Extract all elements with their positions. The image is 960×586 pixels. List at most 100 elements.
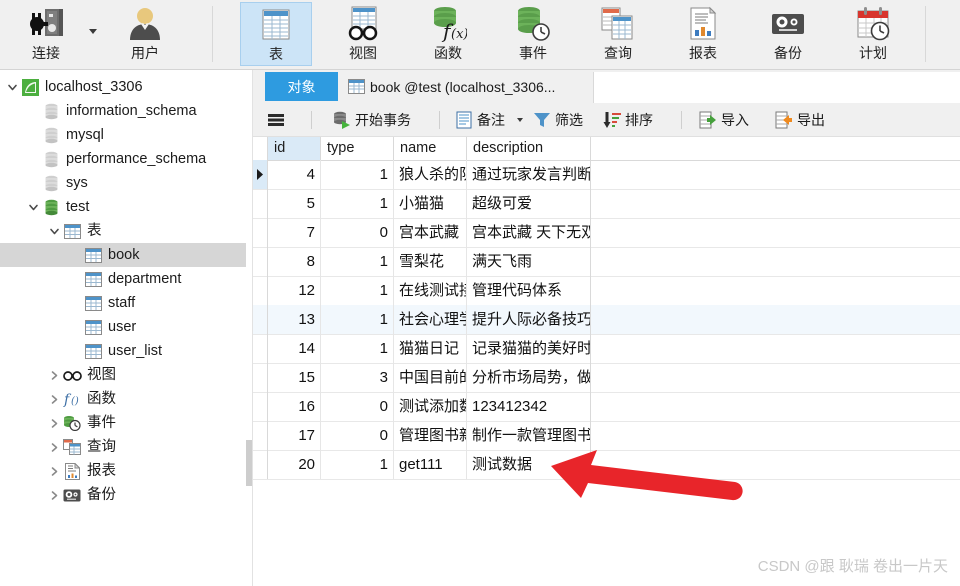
ribbon-button-views[interactable]: 视图 <box>325 2 401 66</box>
sidebar-item-mysql[interactable]: mysql <box>0 123 246 147</box>
cell-name[interactable]: 雪梨花 <box>394 247 467 276</box>
cell-type[interactable]: 0 <box>321 392 394 421</box>
sidebar-item-localhost_3306[interactable]: localhost_3306 <box>0 75 246 99</box>
cell-name[interactable]: 宫本武藏 <box>394 218 467 247</box>
export-button[interactable]: 导出 <box>775 106 825 133</box>
sidebar-item-information_schema[interactable]: information_schema <box>0 99 246 123</box>
ribbon-button-backup[interactable]: 备份 <box>750 2 826 66</box>
table-row[interactable]: 14 1 猫猫日记 记录猫猫的美好时 <box>253 334 960 364</box>
chevron-right-icon[interactable] <box>46 363 62 387</box>
cell-type[interactable]: 1 <box>321 276 394 305</box>
cell-id[interactable]: 13 <box>268 305 321 334</box>
cell-type[interactable]: 1 <box>321 160 394 189</box>
row-marker[interactable] <box>253 247 268 276</box>
cell-id[interactable]: 15 <box>268 363 321 392</box>
cell-description[interactable]: 分析市场局势，做 <box>467 363 591 392</box>
data-grid[interactable]: id type name description 4 1 狼人杀的队 通过玩家发言判断 5 1 小… <box>253 137 960 586</box>
object-tree-sidebar[interactable]: localhost_3306 information_schema mysql per… <box>0 70 246 586</box>
row-marker[interactable] <box>253 189 268 218</box>
cell-id[interactable]: 20 <box>268 450 321 479</box>
tab-objects[interactable]: 对象 <box>265 72 338 101</box>
chevron-right-icon[interactable] <box>46 387 62 411</box>
sidebar-item-[interactable]: 表 <box>0 219 246 243</box>
column-header-type[interactable]: type <box>321 137 394 160</box>
cell-type[interactable]: 0 <box>321 218 394 247</box>
sidebar-item-sys[interactable]: sys <box>0 171 246 195</box>
cell-name[interactable]: 社会心理学 <box>394 305 467 334</box>
row-marker[interactable] <box>253 276 268 305</box>
cell-id[interactable]: 4 <box>268 160 321 189</box>
cell-description[interactable]: 宫本武藏 天下无双 <box>467 218 591 247</box>
cell-id[interactable]: 14 <box>268 334 321 363</box>
table-row[interactable]: 12 1 在线测试接 管理代码体系 <box>253 276 960 306</box>
cell-type[interactable]: 1 <box>321 189 394 218</box>
row-marker[interactable] <box>253 392 268 421</box>
table-row[interactable]: 5 1 小猫猫 超级可爱 <box>253 189 960 219</box>
cell-description[interactable]: 管理代码体系 <box>467 276 591 305</box>
column-header-description[interactable]: description <box>467 137 591 160</box>
cell-description[interactable]: 通过玩家发言判断 <box>467 160 591 189</box>
table-row[interactable]: 16 0 测试添加数 123412342 <box>253 392 960 422</box>
filter-button[interactable]: 筛选 <box>533 106 583 133</box>
cell-name[interactable]: get111 <box>394 450 467 479</box>
grid-menu-button[interactable] <box>267 106 289 133</box>
sidebar-item-user[interactable]: user <box>0 315 246 339</box>
table-row[interactable]: 8 1 雪梨花 满天飞雨 <box>253 247 960 277</box>
cell-type[interactable]: 1 <box>321 305 394 334</box>
ribbon-button-schedule[interactable]: 计划 <box>835 2 911 66</box>
table-row[interactable]: 17 0 管理图书新 制作一款管理图书 <box>253 421 960 451</box>
cell-description[interactable]: 提升人际必备技巧 <box>467 305 591 334</box>
tab-book-table[interactable]: book @test (localhost_3306... <box>338 72 593 101</box>
ribbon-button-tables[interactable]: 表 <box>240 2 312 66</box>
row-marker[interactable] <box>253 421 268 450</box>
cell-id[interactable]: 17 <box>268 421 321 450</box>
chevron-down-icon[interactable] <box>46 219 62 243</box>
cell-description[interactable]: 记录猫猫的美好时 <box>467 334 591 363</box>
row-marker[interactable] <box>253 334 268 363</box>
table-row[interactable]: 4 1 狼人杀的队 通过玩家发言判断 <box>253 160 960 190</box>
table-row[interactable]: 13 1 社会心理学 提升人际必备技巧 <box>253 305 960 335</box>
ribbon-button-functions[interactable]: f (x) 函数 <box>410 2 486 66</box>
row-marker[interactable] <box>253 450 268 479</box>
cell-id[interactable]: 5 <box>268 189 321 218</box>
cell-type[interactable]: 1 <box>321 450 394 479</box>
sidebar-item-[interactable]: 备份 <box>0 483 246 507</box>
cell-type[interactable]: 0 <box>321 421 394 450</box>
sidebar-item-performance_schema[interactable]: performance_schema <box>0 147 246 171</box>
cell-name[interactable]: 中国目前的 <box>394 363 467 392</box>
cell-name[interactable]: 在线测试接 <box>394 276 467 305</box>
note-button[interactable]: 备注 <box>455 106 505 133</box>
chevron-down-icon[interactable] <box>4 75 20 99</box>
chevron-down-icon[interactable] <box>517 118 523 122</box>
sidebar-item-test[interactable]: test <box>0 195 246 219</box>
cell-description[interactable]: 制作一款管理图书 <box>467 421 591 450</box>
cell-id[interactable]: 7 <box>268 218 321 247</box>
chevron-down-icon[interactable] <box>89 29 97 34</box>
sidebar-item-[interactable]: f() 函数 <box>0 387 246 411</box>
chevron-right-icon[interactable] <box>46 459 62 483</box>
cell-id[interactable]: 16 <box>268 392 321 421</box>
sidebar-item-[interactable]: 事件 <box>0 411 246 435</box>
cell-name[interactable]: 小猫猫 <box>394 189 467 218</box>
ribbon-button-queries[interactable]: 查询 <box>580 2 656 66</box>
column-header-name[interactable]: name <box>394 137 467 160</box>
sidebar-item-user_list[interactable]: user_list <box>0 339 246 363</box>
row-marker[interactable] <box>253 363 268 392</box>
cell-description[interactable]: 123412342 <box>467 392 591 421</box>
sort-button[interactable]: 排序 <box>603 106 653 133</box>
cell-type[interactable]: 1 <box>321 334 394 363</box>
cell-name[interactable]: 管理图书新 <box>394 421 467 450</box>
sidebar-item-book[interactable]: book <box>0 243 246 267</box>
ribbon-button-events[interactable]: 事件 <box>495 2 571 66</box>
chevron-right-icon[interactable] <box>46 435 62 459</box>
cell-name[interactable]: 测试添加数 <box>394 392 467 421</box>
sidebar-item-[interactable]: 查询 <box>0 435 246 459</box>
cell-name[interactable]: 猫猫日记 <box>394 334 467 363</box>
table-row[interactable]: 15 3 中国目前的 分析市场局势，做 <box>253 363 960 393</box>
chevron-right-icon[interactable] <box>46 483 62 507</box>
chevron-right-icon[interactable] <box>46 411 62 435</box>
sidebar-item-[interactable]: 视图 <box>0 363 246 387</box>
cell-id[interactable]: 12 <box>268 276 321 305</box>
begin-transaction-button[interactable]: 开始事务 <box>333 106 411 133</box>
ribbon-button-connection[interactable]: 连接 <box>6 2 86 66</box>
